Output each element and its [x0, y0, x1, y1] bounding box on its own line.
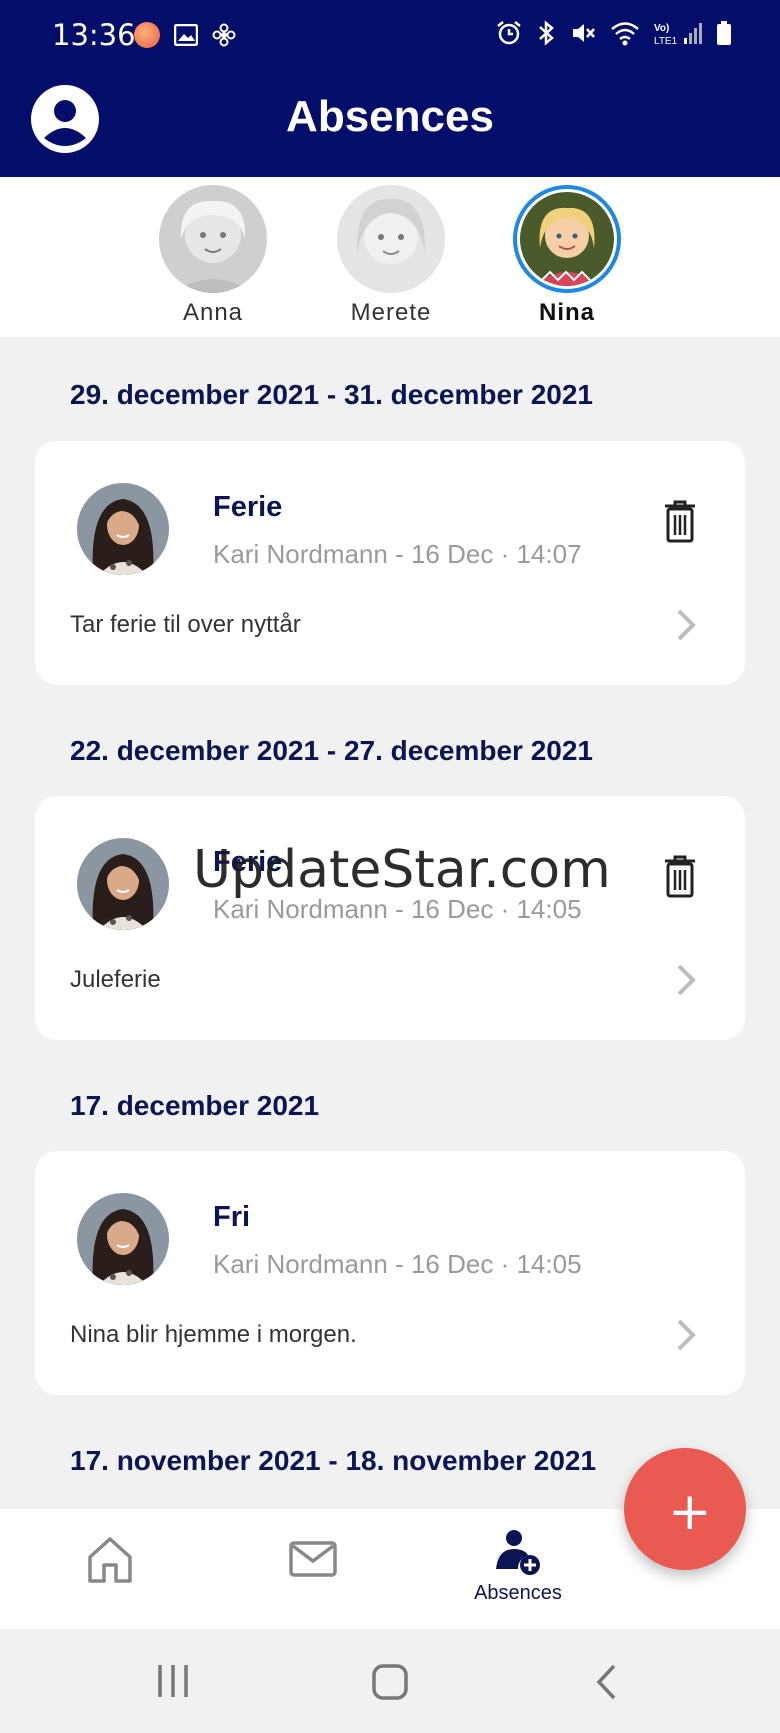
- notification-app-icon: [134, 22, 160, 48]
- pinwheel-icon: [212, 23, 236, 47]
- nav-absences[interactable]: Absences: [463, 1529, 573, 1605]
- absence-card[interactable]: Ferie Kari Nordmann - 16 Dec · 14:07 Tar…: [35, 441, 745, 685]
- child-name: Nina: [538, 299, 595, 326]
- absence-date-range: 17. december 2021: [70, 1090, 320, 1121]
- back-icon[interactable]: [594, 1663, 620, 1701]
- bluetooth-icon: [539, 20, 554, 46]
- absence-timestamp: - 16 Dec · 14:07: [395, 539, 582, 569]
- home-icon: [88, 1537, 132, 1583]
- svg-text:Vo): Vo): [654, 23, 669, 34]
- absence-list: 29. december 2021 - 31. december 2021 Fe…: [0, 337, 780, 1509]
- absence-date-range: 29. december 2021 - 31. december 2021: [70, 379, 594, 410]
- chevron-right-icon[interactable]: [675, 607, 697, 643]
- plus-icon: +: [668, 1482, 712, 1542]
- mail-icon: [289, 1541, 337, 1577]
- battery-icon: [717, 21, 731, 45]
- status-time: 13:36: [52, 18, 136, 52]
- alarm-icon: [497, 21, 521, 45]
- absence-card[interactable]: Fri Kari Nordmann - 16 Dec · 14:05 Nina …: [35, 1151, 745, 1395]
- system-navigation-bar: [0, 1629, 780, 1733]
- app-header: 13:36 Vo) LTE1 Absences: [0, 0, 780, 177]
- chevron-right-icon[interactable]: [675, 962, 697, 998]
- trash-icon[interactable]: [663, 499, 697, 543]
- watermark-text: UpdateStar.com: [193, 840, 611, 900]
- absence-date-range: 17. november 2021 - 18. november 2021: [70, 1445, 597, 1476]
- chevron-right-icon[interactable]: [675, 1317, 697, 1353]
- absence-author: Kari Nordmann: [213, 1249, 388, 1279]
- child-selector: Anna Merete Nina: [0, 177, 780, 337]
- child-avatar: [513, 185, 621, 293]
- nav-absences-label: Absences: [474, 1582, 562, 1604]
- recent-apps-icon[interactable]: [156, 1663, 190, 1699]
- page-title: Absences: [286, 92, 494, 141]
- author-avatar: [77, 1193, 169, 1285]
- status-left-icons: [134, 22, 236, 48]
- absence-author: Kari Nordmann: [213, 539, 388, 569]
- mute-icon: [573, 24, 595, 42]
- absence-type: Ferie: [213, 491, 283, 523]
- absence-meta: Kari Nordmann - 16 Dec · 14:05: [213, 1249, 582, 1280]
- child-avatar: [159, 185, 267, 293]
- add-absence-button[interactable]: +: [624, 1448, 746, 1570]
- absence-timestamp: - 16 Dec · 14:05: [395, 1249, 582, 1279]
- nav-home[interactable]: [55, 1531, 165, 1592]
- child-avatar: [337, 185, 445, 293]
- absence-card[interactable]: Ferie Kari Nordmann - 16 Dec · 14:05 Jul…: [35, 796, 745, 1040]
- home-button-icon[interactable]: [371, 1663, 409, 1701]
- gallery-icon: [174, 24, 198, 46]
- author-avatar: [77, 838, 169, 930]
- absence-type: Fri: [213, 1201, 251, 1233]
- person-add-icon: [496, 1530, 540, 1575]
- trash-icon[interactable]: [663, 854, 697, 898]
- child-name: Anna: [182, 299, 244, 326]
- child-tab-merete[interactable]: Merete: [326, 185, 456, 327]
- status-bar: 13:36 Vo) LTE1: [0, 0, 780, 72]
- absence-meta: Kari Nordmann - 16 Dec · 14:07: [213, 539, 582, 570]
- absence-description: Juleferie: [70, 966, 161, 993]
- author-avatar: [77, 483, 169, 575]
- child-tab-anna[interactable]: Anna: [148, 185, 278, 327]
- wifi-icon: [611, 22, 639, 46]
- volte-signal-icon: Vo) LTE1: [654, 23, 702, 46]
- status-right-icons: Vo) LTE1: [496, 20, 732, 46]
- absence-date-range: 22. december 2021 - 27. december 2021: [70, 735, 594, 766]
- absence-description: Tar ferie til over nyttår: [70, 611, 301, 638]
- absence-description: Nina blir hjemme i morgen.: [70, 1321, 357, 1348]
- svg-text:LTE1: LTE1: [654, 36, 678, 46]
- nav-messages[interactable]: [258, 1531, 368, 1592]
- child-tab-nina[interactable]: Nina: [502, 185, 632, 327]
- child-name: Merete: [350, 299, 432, 326]
